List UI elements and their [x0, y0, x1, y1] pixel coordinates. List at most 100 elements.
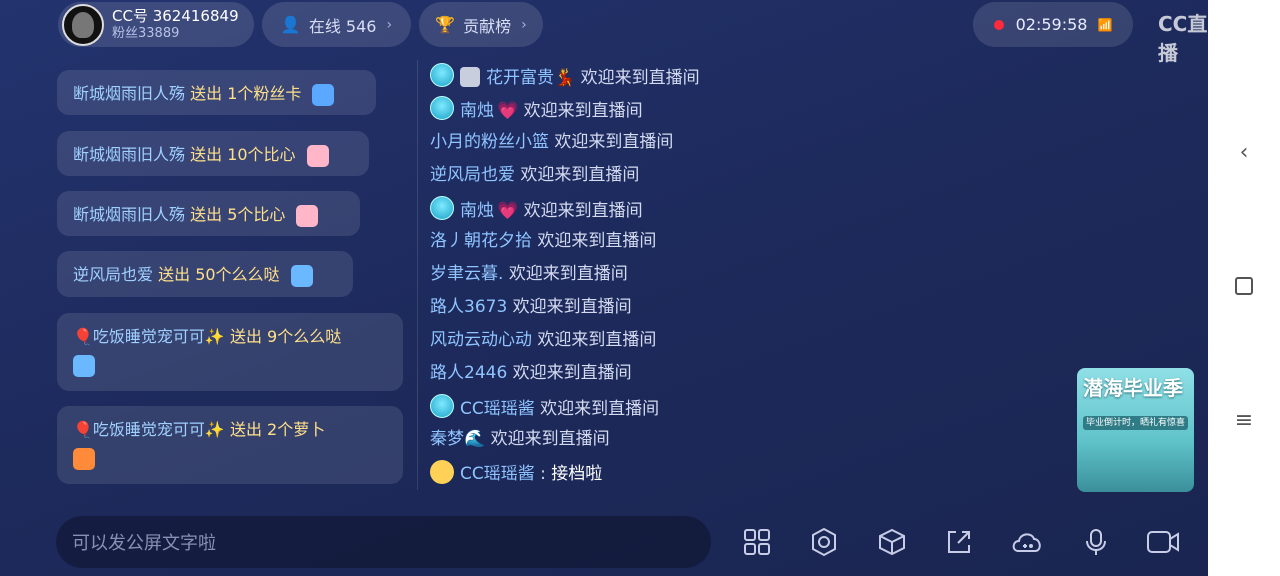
- gift-action: 送出 1个粉丝卡: [190, 84, 302, 103]
- gift-sender: 断城烟雨旧人殇: [73, 145, 186, 164]
- menu-icon[interactable]: ≡: [1208, 408, 1280, 433]
- online-count-button[interactable]: 👤 在线 546 ›: [262, 2, 411, 47]
- host-profile[interactable]: CC号 362416849 粉丝33889: [58, 2, 254, 47]
- trophy-icon: 🏆: [435, 15, 456, 34]
- chat-user[interactable]: 小月的粉丝小篮: [430, 132, 549, 152]
- chat-user[interactable]: CC瑶瑶酱: [460, 399, 535, 419]
- chat-line: 路人3673 欢迎来到直播间: [430, 295, 632, 319]
- chat-line: 小月的粉丝小篮 欢迎来到直播间: [430, 130, 673, 154]
- apps-icon[interactable]: [739, 522, 775, 562]
- settings-icon[interactable]: [806, 522, 842, 562]
- chat-input[interactable]: 可以发公屏文字啦: [56, 516, 711, 568]
- share-icon[interactable]: [941, 522, 977, 562]
- heart-icon: 💗: [497, 101, 519, 121]
- video-icon[interactable]: [1145, 522, 1181, 562]
- microphone-icon[interactable]: [1078, 522, 1114, 562]
- chat-line: 风动云动心动 欢迎来到直播间: [430, 328, 656, 352]
- chat-user[interactable]: 洛丿朝花夕拾: [430, 231, 532, 251]
- chat-text: 欢迎来到直播间: [537, 330, 657, 350]
- chat-text: 欢迎来到直播间: [512, 363, 632, 383]
- home-icon[interactable]: [1208, 276, 1280, 301]
- fan-badge-icon: [430, 63, 454, 87]
- event-banner[interactable]: 潜海毕业季 毕业倒计时，晒礼有惊喜: [1077, 368, 1194, 492]
- contribution-rank-button[interactable]: 🏆 贡献榜 ›: [419, 2, 543, 47]
- heart-icon: 💗: [497, 201, 519, 221]
- gift-sender: 断城烟雨旧人殇: [73, 205, 186, 224]
- chat-user[interactable]: 路人2446: [430, 363, 507, 383]
- chat-text: 欢迎来到直播间: [523, 201, 643, 221]
- live-timer: 02:59:58 📶: [973, 2, 1133, 47]
- gift-message: 🎈吃饭睡觉宠可可✨ 送出 9个么么哒: [57, 313, 403, 391]
- chevron-right-icon: ›: [386, 16, 393, 33]
- system-nav-bar: ‹ ≡: [1208, 0, 1280, 576]
- chat-user[interactable]: 路人3673: [430, 297, 507, 317]
- timer-value: 02:59:58: [1015, 15, 1088, 34]
- gift-action: 送出 2个萝卜: [229, 420, 326, 439]
- chat-text: 欢迎来到直播间: [512, 297, 632, 317]
- chat-user[interactable]: 岁聿云暮.: [430, 264, 503, 284]
- dancer-icon: 💃: [554, 68, 576, 88]
- chat-input-placeholder: 可以发公屏文字啦: [72, 533, 216, 554]
- carrot-icon: [73, 447, 95, 470]
- chat-text: 欢迎来到直播间: [508, 264, 628, 284]
- chevron-right-icon: ›: [521, 16, 527, 33]
- banner-subtitle: 毕业倒计时，晒礼有惊喜: [1083, 416, 1188, 430]
- gift-sender: 逆风局也爱: [73, 265, 154, 284]
- chat-user[interactable]: 逆风局也爱: [430, 165, 515, 185]
- gift-sender: 🎈吃饭睡觉宠可可✨: [73, 327, 225, 346]
- online-count: 在线 546: [308, 16, 377, 36]
- kiss-icon: [290, 264, 313, 287]
- chat-user[interactable]: CC瑶瑶酱: [460, 464, 535, 484]
- chat-text: 接档啦: [551, 464, 603, 484]
- fan-badge-icon: [430, 96, 454, 120]
- heart-hand-icon: [306, 144, 329, 167]
- host-info: CC号 362416849 粉丝33889: [112, 7, 239, 43]
- chat-line: 南烛 💗 欢迎来到直播间: [430, 96, 643, 123]
- back-icon[interactable]: ‹: [1208, 140, 1280, 165]
- chat-line: 花开富贵💃 欢迎来到直播间: [430, 63, 700, 90]
- live-room: CC号 362416849 粉丝33889 👤 在线 546 › 🏆 贡献榜 ›…: [0, 0, 1208, 576]
- chat-user[interactable]: 花开富贵: [486, 68, 554, 88]
- host-id: CC号 362416849: [112, 6, 239, 25]
- chat-text: 欢迎来到直播间: [523, 101, 643, 121]
- chat-text: 欢迎来到直播间: [537, 231, 657, 251]
- gift-action: 送出 9个么么哒: [229, 327, 342, 346]
- face-emoji-icon: [430, 460, 454, 484]
- chat-line: CC瑶瑶酱 : 接档啦: [430, 460, 602, 486]
- chat-line: 逆风局也爱 欢迎来到直播间: [430, 163, 639, 187]
- chat-user[interactable]: 南烛: [460, 201, 494, 221]
- chat-text: 欢迎来到直播间: [554, 132, 674, 152]
- fan-badge-icon: [430, 196, 454, 220]
- chat-user[interactable]: 风动云动心动: [430, 330, 532, 350]
- chat-text: 欢迎来到直播间: [520, 165, 640, 185]
- heart-hand-icon: [296, 204, 319, 227]
- wave-icon: 🌊: [464, 429, 486, 449]
- chat-line: 秦梦🌊 欢迎来到直播间: [430, 427, 610, 451]
- chat-text: 欢迎来到直播间: [490, 429, 610, 449]
- gift-action: 送出 50个么么哒: [158, 265, 280, 284]
- cube-icon[interactable]: [874, 522, 910, 562]
- chat-line: 路人2446 欢迎来到直播间: [430, 361, 632, 385]
- chat-line: 南烛 💗 欢迎来到直播间: [430, 196, 643, 223]
- cloud-game-icon[interactable]: [1009, 522, 1045, 562]
- cc-logo: CC直播: [1158, 12, 1208, 65]
- gift-message: 断城烟雨旧人殇 送出 1个粉丝卡: [57, 70, 376, 115]
- chat-text: 欢迎来到直播间: [580, 68, 700, 88]
- host-avatar[interactable]: [62, 3, 104, 46]
- rank-label: 贡献榜: [463, 16, 512, 36]
- chat-line: 洛丿朝花夕拾 欢迎来到直播间: [430, 229, 656, 253]
- chat-line: 岁聿云暮. 欢迎来到直播间: [430, 262, 628, 286]
- banner-title: 潜海毕业季: [1083, 376, 1183, 400]
- gift-action: 送出 10个比心: [190, 145, 296, 164]
- chat-line: CC瑶瑶酱 欢迎来到直播间: [430, 394, 659, 421]
- gift-message: 🎈吃饭睡觉宠可可✨ 送出 2个萝卜: [57, 406, 403, 484]
- user-icon: 👤: [280, 15, 301, 34]
- shield-badge-icon: [460, 67, 480, 87]
- record-icon: [993, 19, 1004, 30]
- gift-sender: 🎈吃饭睡觉宠可可✨: [73, 420, 225, 439]
- gift-message: 断城烟雨旧人殇 送出 5个比心: [57, 191, 360, 236]
- chat-user[interactable]: 南烛: [460, 101, 494, 121]
- chat-user[interactable]: 秦梦: [430, 429, 464, 449]
- fan-badge-icon: [430, 394, 454, 418]
- signal-icon: 📶: [1097, 17, 1113, 32]
